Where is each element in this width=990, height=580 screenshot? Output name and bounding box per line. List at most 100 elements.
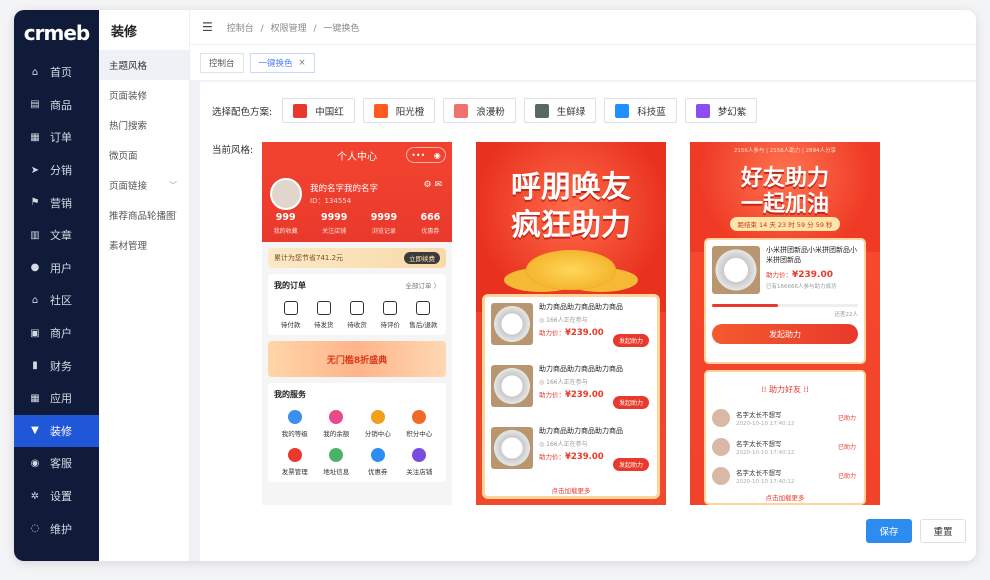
service-item: 发票管理 [274,448,316,476]
nav-item-6[interactable]: ● 用户 [14,252,99,285]
countdown: 距结束 14 天 23 时 59 分 59 秒 [730,217,840,231]
start-assist-button: 发起助力 [712,324,858,344]
sub-nav-title: 装修 [111,24,138,40]
save-button[interactable]: 保存 [866,519,912,543]
start-assist-button: 发起助力 [612,334,649,347]
order-icon [350,301,364,315]
service-icon [287,448,302,462]
scheme-option-0[interactable]: 中国红 [282,98,355,123]
sub-item-material[interactable]: 素材管理 [99,230,189,260]
avatar [712,437,730,456]
capsule-icon: ••• ◉ [406,147,446,163]
menu-toggle-icon[interactable]: ☰ [202,20,213,34]
chart-icon: ▮ [32,360,38,372]
order-shortcut: 待评价 [374,301,407,329]
coins-illustration [526,250,616,290]
preview-friend-assist: 2156人参与 | 2156人助力 | 2894人分享 好友助力 一起加油 距结… [690,142,880,505]
service-item: 地址信息 [316,448,358,476]
nav-item-0[interactable]: ⌂ 首页 [14,56,99,89]
stat-item: 9999 浏览记录 [370,212,398,235]
nav-item-10[interactable]: ▦ 应用 [14,382,99,415]
remaining: 还差22人 [834,312,859,318]
avatar [712,466,730,485]
nav-item-7[interactable]: ⌂ 社区 [14,284,99,317]
order-shortcut: 待付款 [274,301,307,329]
main-nav: crmeb ⌂ 首页 ▤ 商品 ▦ 订单 ➤ 分销 ⚑ 营销 ▥ 文章 ● 用户 ⌂ 社区 ▣ 商户 ▮ 财务 ▦ 应用 ▼… [14,10,99,561]
service-icon [412,448,427,462]
hero-title-2: 一起加油 [740,192,829,217]
service-icon [329,410,344,424]
nav-item-3[interactable]: ➤ 分销 [14,154,99,187]
top-info: 2156人参与 | 2156人助力 | 2894人分享 [733,148,837,154]
stat-item: 666 优惠券 [420,212,441,235]
sub-item-carousel[interactable]: 推荐商品轮播图 ﹀ [99,200,189,230]
product-box: 小米拼团新品小米拼团新品小米拼团新品 助力价：¥239.00 已有166666人… [704,238,866,364]
scheme-option-4[interactable]: 科技蓝 [604,98,677,123]
shop-icon: ▤ [30,99,40,111]
start-assist-button: 发起助力 [612,396,649,409]
brand-logo[interactable]: crmeb [14,10,99,56]
assist-item: 助力商品助力商品助力商品 ◎ 166人正在参与 助力价：¥239.00 发起助力 [485,421,657,483]
nav-item-14[interactable]: ◌ 维护 [14,512,99,545]
friend-row: 名字太长不想写 2020-10-10 17:40:12 已助力 [712,461,858,490]
avatar [712,408,730,427]
service-icon [287,410,302,424]
color-swatch [454,103,469,118]
chevron-down-icon: ﹀ [169,210,177,220]
service-icon [329,448,344,462]
nav-item-11[interactable]: ▼ 装修 [14,414,99,448]
nav-item-2[interactable]: ▦ 订单 [14,121,99,154]
home-icon: ⌂ [31,66,39,78]
color-swatch [293,103,308,118]
decorate-icon: ▼ [31,425,39,437]
nav-item-4[interactable]: ⚑ 营销 [14,186,99,219]
nav-item-9[interactable]: ▮ 财务 [14,349,99,382]
start-assist-button: 发起助力 [612,458,649,471]
maintain-icon: ◌ [30,523,40,535]
service-icon [370,448,385,462]
service-item: 关注店铺 [399,448,441,476]
sub-item-theme[interactable]: 主题风格 [99,50,189,80]
nav-item-8[interactable]: ▣ 商户 [14,317,99,350]
scheme-option-1[interactable]: 阳光橙 [362,98,436,123]
scheme-option-3[interactable]: 生鲜绿 [523,98,597,123]
preview-header: 个人中心 ••• ◉ [262,142,452,168]
settings-icon: ⚙ ✉ [423,180,442,190]
tab-bar: 控制台 一键换色 × [190,44,976,80]
service-item: 积分中心 [399,410,441,438]
main-area: ☰ 控制台 / 权限管理 / 一键换色 控制台 一键换色 × 选择配色方案: 中国… [190,10,976,561]
scheme-option-5[interactable]: 梦幻紫 [684,98,758,123]
nav-item-12[interactable]: ◉ 客服 [14,447,99,480]
color-swatch [695,103,710,118]
service-item: 优惠券 [357,448,399,476]
top-bar: ☰ 控制台 / 权限管理 / 一键换色 [190,10,976,44]
sub-item-micro-page[interactable]: 微页面 [99,140,189,170]
tab-recolor[interactable]: 一键换色 × [249,52,315,73]
tab-console[interactable]: 控制台 [200,52,244,73]
product-image [712,246,760,294]
order-shortcut: 售后/退款 [407,301,440,329]
product-image [491,303,533,345]
service-item: 我的等级 [274,410,316,438]
order-shortcut: 待收货 [340,301,373,329]
promo-banner: 无门槛8折盛典 [268,341,446,377]
scheme-row: 选择配色方案: 中国红 阳光橙 浪漫粉 生鲜绿 科技蓝 梦幻紫 [212,98,765,123]
article-icon: ▥ [30,229,40,241]
nav-item-5[interactable]: ▥ 文章 [14,219,99,252]
sub-item-page-decorate[interactable]: 页面装修 [99,80,189,110]
scheme-option-2[interactable]: 浪漫粉 [443,98,516,123]
send-icon: ➤ [30,164,40,176]
hero-title-2: 疯狂助力 [511,208,631,243]
product-image [491,365,533,407]
sub-item-hot-search[interactable]: 热门搜索 [99,110,189,140]
assist-item: 助力商品助力商品助力商品 ◎ 166人正在参与 助力价：¥239.00 发起助力 [485,359,657,421]
preview-personal-center: 个人中心 ••• ◉ 我的名字我的名字 ID：134554 ⚙ ✉ 999 我的收藏… [262,142,452,505]
nav-item-13[interactable]: ✲ 设置 [14,480,99,513]
order-icon [383,301,398,315]
close-icon[interactable]: × [299,58,306,68]
sub-item-page-links[interactable]: 页面链接 ﹀ [99,170,189,200]
participants: 已有166666人参与助力成功 [766,283,837,290]
nav-item-1[interactable]: ▤ 商品 [14,89,99,122]
friends-box: ⁞⁞ 助力好友 ⁞⁞ 名字太长不想写 2020-10-10 17:40:12 已助力… [704,370,866,505]
reset-button[interactable]: 重置 [920,519,966,543]
